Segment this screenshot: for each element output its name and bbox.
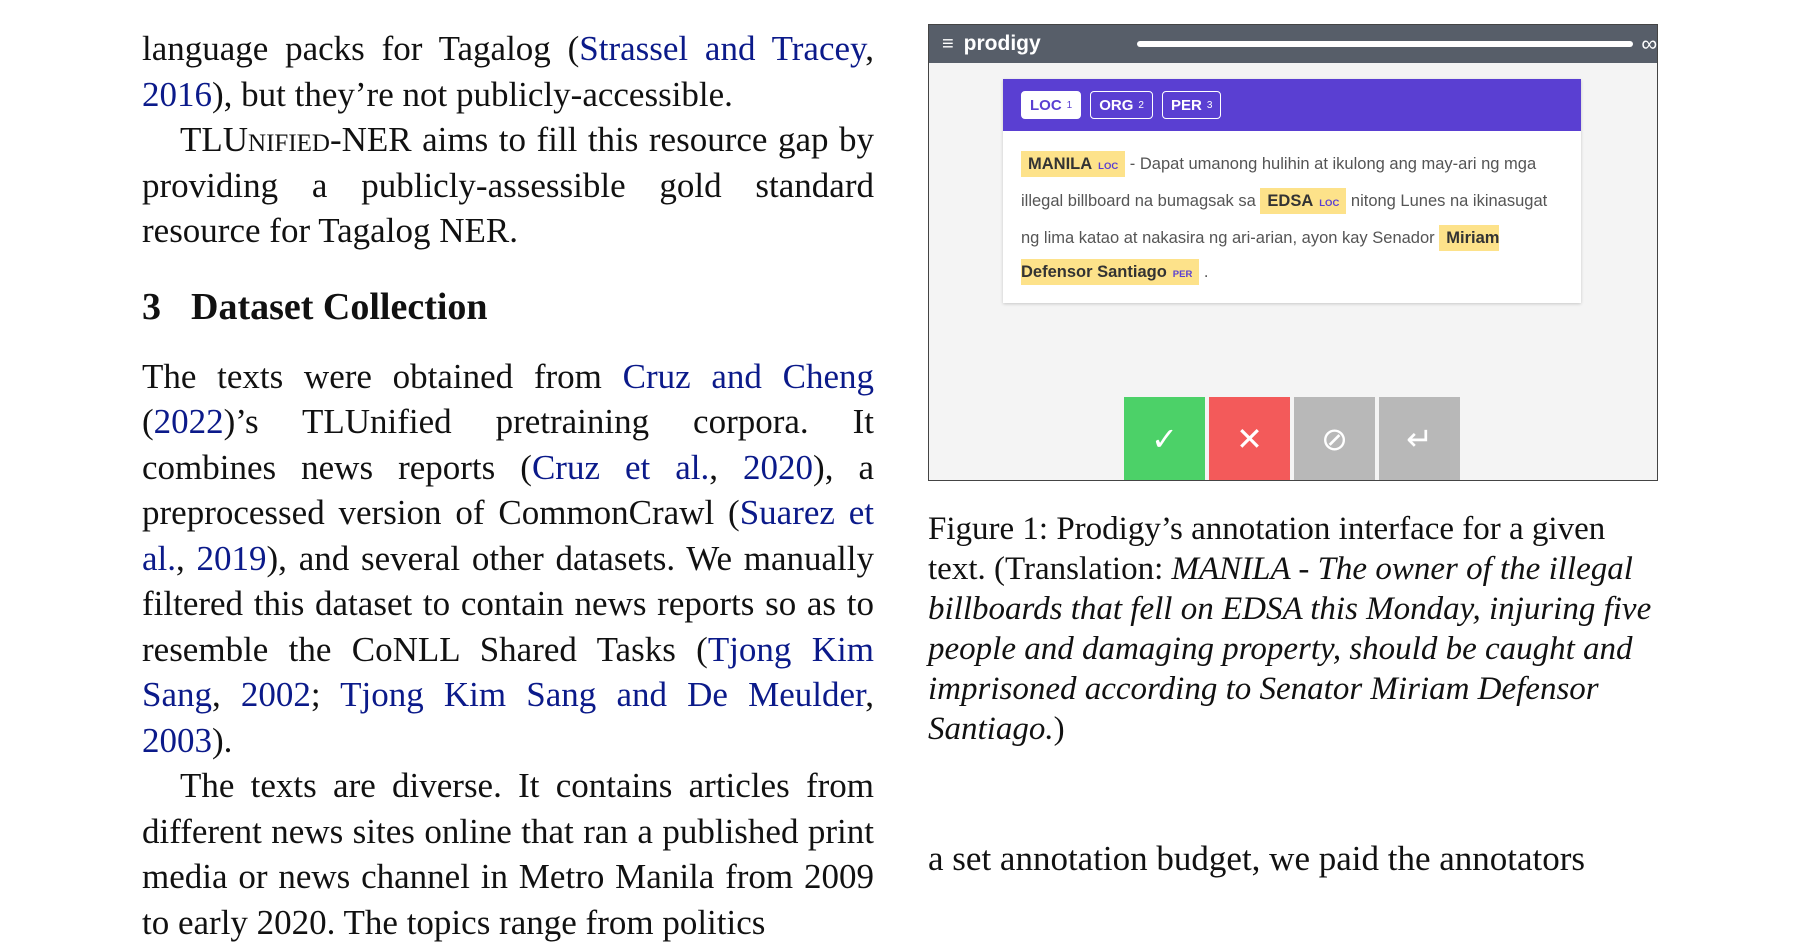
app-logo: prodigy [963,32,1041,55]
app-topbar: ≡ prodigy ∞ [929,25,1657,63]
citation-year-2003[interactable]: 2003 [142,721,212,760]
section-title: Dataset Collection [191,285,488,328]
ignore-button[interactable]: ⊘ [1294,397,1375,480]
section-number: 3 [142,285,161,328]
figure-caption: Figure 1: Prodigy’s annotation interface… [928,511,1652,747]
return-icon: ↵ [1406,419,1433,458]
ban-icon: ⊘ [1321,419,1348,458]
citation-tjong-kim-sang-de-meulder[interactable]: Tjong Kim Sang and De Meulder [340,675,865,714]
reject-button[interactable]: ✕ [1209,397,1290,480]
action-buttons: ✓ ✕ ⊘ ↵ [1124,397,1464,480]
paper-page: language packs for Tagalog (Strassel and… [0,0,1818,942]
citation-year-2020[interactable]: 2020 [743,448,813,487]
citation-year-2002[interactable]: 2002 [241,675,311,714]
infinity-icon: ∞ [1641,31,1657,56]
annotation-text: MANILA LOC - Dapat umanong hulihin at iku… [1003,131,1581,292]
accept-button[interactable]: ✓ [1124,397,1205,480]
citation-cruz-cheng[interactable]: Cruz and Cheng [623,357,874,396]
label-bar: LOC 1 ORG 2 PER 3 [1003,79,1581,131]
label-org-button[interactable]: ORG 2 [1090,91,1153,119]
left-column: language packs for Tagalog (Strassel and… [142,26,874,945]
close-icon: ✕ [1236,419,1263,458]
dataset-name: TLUnified [180,120,330,159]
citation-year-2019[interactable]: 2019 [197,539,267,578]
label-per-button[interactable]: PER 3 [1161,91,1222,119]
menu-icon[interactable]: ≡ [942,34,954,54]
check-icon: ✓ [1151,419,1178,458]
citation-cruz-et-al[interactable]: Cruz et al. [532,448,709,487]
citation-year-2016[interactable]: 2016 [142,75,212,114]
undo-button[interactable]: ↵ [1379,397,1460,480]
paragraph-4: The texts are diverse. It contains artic… [142,766,874,942]
prodigy-figure: ≡ prodigy ∞ LOC 1 ORG 2 PER 3 MANILA LOC - D… [928,24,1658,481]
progress-bar [1136,41,1634,47]
citation-strassel-tracey[interactable]: Strassel and Tracey [579,29,865,68]
paragraph-1: language packs for Tagalog (Strassel and… [142,29,874,114]
label-loc-button[interactable]: LOC 1 [1021,91,1082,119]
right-column-text: a set annotation budget, we paid the ann… [928,839,1586,878]
right-column: ≡ prodigy ∞ LOC 1 ORG 2 PER 3 MANILA LOC - D… [928,24,1658,749]
entity-span[interactable]: MANILA LOC [1021,151,1126,177]
entity-span[interactable]: EDSA LOC [1260,188,1347,214]
paragraph-3: The texts were obtained from Cruz and Ch… [142,356,875,760]
section-heading: 3 Dataset Collection [142,282,874,332]
citation-year-2022[interactable]: 2022 [154,402,224,441]
paragraph-2: TLUnified-NER aims to fill this resource… [142,120,874,250]
annotation-card: LOC 1 ORG 2 PER 3 MANILA LOC - Dapat umanong… [1003,79,1581,303]
